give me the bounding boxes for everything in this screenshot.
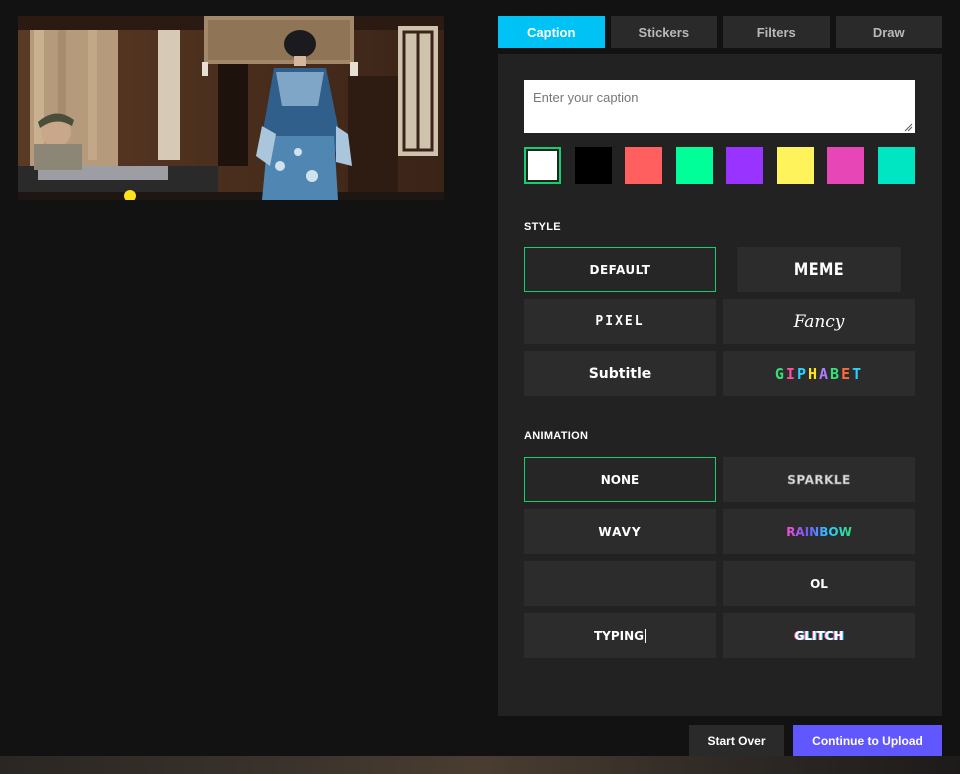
animation-option-typing[interactable]: TYPING — [524, 613, 716, 658]
color-swatch-purple[interactable] — [726, 147, 764, 184]
style-option-giphabet-label: GIPHABET — [775, 365, 863, 383]
background-image-strip — [0, 756, 960, 774]
style-option-meme-label: MEME — [793, 259, 845, 280]
giphabet-letter: G — [774, 364, 784, 383]
style-options: DEFAULT MEME PIXEL Fancy Subtitle GIPHAB… — [524, 247, 915, 396]
animation-option-none[interactable]: NONE — [524, 457, 716, 502]
giphabet-letter: P — [796, 364, 806, 383]
resize-grip-icon[interactable] — [903, 122, 913, 132]
gif-preview — [18, 16, 444, 200]
color-swatch-red[interactable] — [625, 147, 663, 184]
giphabet-letter: E — [841, 364, 851, 383]
editor-tabs: Caption Stickers Filters Draw — [498, 16, 942, 48]
giphabet-letter: A — [819, 364, 829, 383]
animation-section-label: ANIMATION — [524, 430, 589, 442]
style-option-pixel[interactable]: PIXEL — [524, 299, 716, 344]
style-option-meme[interactable]: MEME — [737, 247, 901, 292]
animation-option-ol[interactable]: OL — [723, 561, 915, 606]
style-option-default[interactable]: DEFAULT — [524, 247, 716, 292]
style-section-label: STYLE — [524, 221, 561, 233]
style-option-subtitle[interactable]: Subtitle — [524, 351, 716, 396]
color-swatch-teal[interactable] — [877, 147, 915, 184]
caption-input[interactable] — [524, 80, 915, 133]
animation-option-typing-label: TYPING — [593, 628, 645, 643]
animation-option-blank[interactable] — [524, 561, 716, 606]
color-swatch-green[interactable] — [675, 147, 713, 184]
animation-option-rainbow[interactable]: RAINBOW — [723, 509, 915, 554]
preview-scene — [18, 16, 444, 200]
giphabet-letter: H — [807, 364, 817, 383]
tab-draw[interactable]: Draw — [835, 16, 942, 48]
color-swatch-black[interactable] — [574, 147, 612, 184]
tab-filters[interactable]: Filters — [723, 16, 830, 48]
text-cursor-icon — [645, 628, 647, 643]
start-over-button[interactable]: Start Over — [689, 725, 784, 757]
continue-to-upload-button[interactable]: Continue to Upload — [793, 725, 942, 757]
animation-options: NONE SPARKLE WAVY RAINBOW OL TYPING GLIT… — [524, 457, 915, 658]
giphabet-letter: B — [830, 364, 840, 383]
tab-caption[interactable]: Caption — [498, 16, 605, 48]
color-swatches — [524, 147, 915, 184]
animation-option-glitch[interactable]: GLITCH — [723, 613, 915, 658]
giphabet-letter: I — [785, 364, 795, 383]
color-swatch-pink[interactable] — [827, 147, 865, 184]
style-option-fancy[interactable]: Fancy — [723, 299, 915, 344]
caption-panel: STYLE DEFAULT MEME PIXEL Fancy Subtitle … — [498, 54, 942, 716]
giphabet-letter: T — [852, 364, 862, 383]
animation-option-wavy[interactable]: WAVY — [524, 509, 716, 554]
style-option-giphabet[interactable]: GIPHABET — [723, 351, 915, 396]
color-swatch-white[interactable] — [524, 147, 561, 184]
color-swatch-yellow[interactable] — [776, 147, 814, 184]
tab-stickers[interactable]: Stickers — [610, 16, 717, 48]
animation-option-rainbow-label: RAINBOW — [786, 524, 852, 539]
animation-option-sparkle[interactable]: SPARKLE — [723, 457, 915, 502]
